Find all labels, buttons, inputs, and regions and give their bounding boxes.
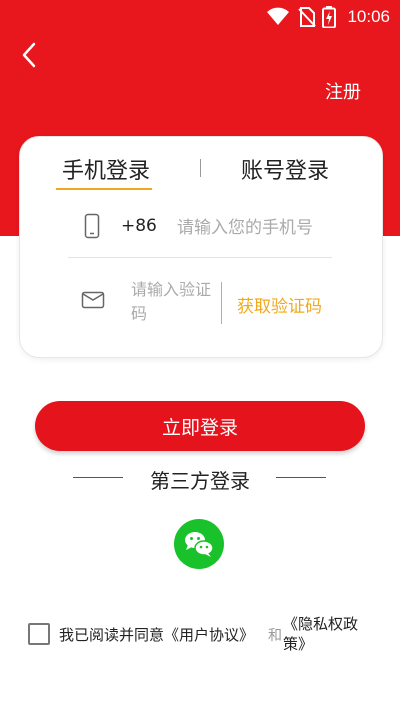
no-sim-icon [298,7,316,27]
third-party-title: 第三方登录 [150,469,250,493]
divider-line-right [276,477,326,478]
back-arrow-icon [22,42,36,68]
wifi-icon [267,7,289,25]
agreement-checkbox[interactable] [28,623,50,645]
agreement-prefix: 我已阅读并同意 [59,626,165,644]
agreement-text: 我已阅读并同意《用户协议》 [59,624,254,645]
privacy-policy-link[interactable]: 《隐私权政策》 [283,614,373,654]
verification-code-input[interactable] [131,278,219,328]
wechat-login-button[interactable] [174,519,224,569]
register-link[interactable]: 注册 [325,78,361,104]
agreement-and: 和 [268,628,282,644]
get-code-button[interactable]: 获取验证码 [237,292,322,317]
login-button[interactable]: 立即登录 [35,401,365,451]
phone-input[interactable] [175,213,359,243]
tab-phone-login[interactable]: 手机登录 [55,153,153,190]
back-button[interactable] [14,38,48,72]
field-separator [68,257,332,258]
battery-charging-icon [322,6,336,28]
phone-row: +86 [20,207,382,253]
wechat-icon [185,532,214,557]
tab-account-login[interactable]: 账号登录 [241,153,329,185]
mail-icon [81,291,105,309]
code-separator [221,282,222,324]
status-bar: 10:06 [0,0,400,34]
phone-icon [84,213,100,239]
tab-divider [200,159,201,177]
login-card: 手机登录 账号登录 +86 获取验证码 [19,136,383,358]
user-agreement-link[interactable]: 《用户协议》 [164,626,254,644]
country-code: +86 [121,216,157,236]
status-time: 10:06 [347,7,390,26]
